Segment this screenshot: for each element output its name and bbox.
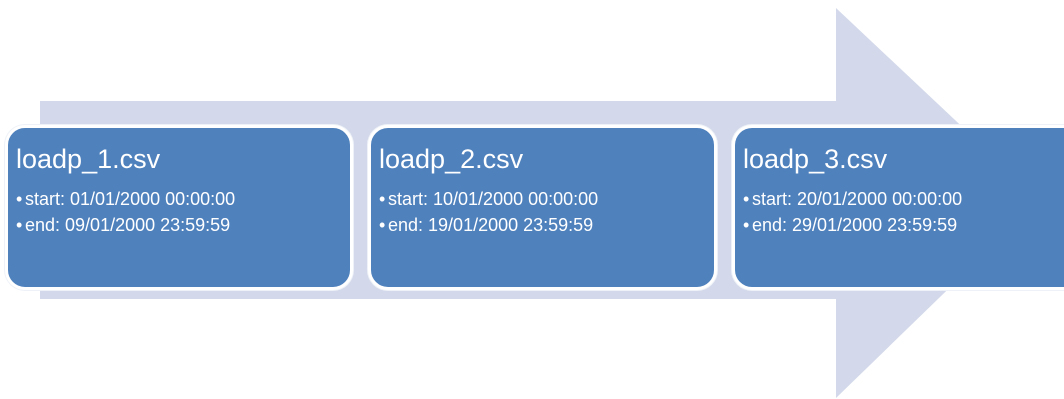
end-line: • end: 09/01/2000 23:59:59 bbox=[16, 212, 350, 238]
end-line: • end: 19/01/2000 23:59:59 bbox=[379, 212, 714, 238]
start-line: • start: 01/01/2000 00:00:00 bbox=[16, 186, 350, 212]
file-card-title: loadp_2.csv bbox=[379, 144, 524, 174]
file-card-title: loadp_3.csv bbox=[743, 144, 888, 174]
start-text: start: 01/01/2000 00:00:00 bbox=[25, 189, 236, 209]
end-text: end: 29/01/2000 23:59:59 bbox=[752, 215, 958, 235]
file-card-title: loadp_1.csv bbox=[16, 144, 161, 174]
file-card-3: loadp_3.csv • start: 20/01/2000 00:00:00 … bbox=[732, 125, 1064, 290]
start-text: start: 10/01/2000 00:00:00 bbox=[388, 189, 599, 209]
file-card-1: loadp_1.csv • start: 01/01/2000 00:00:00 … bbox=[5, 125, 353, 290]
end-text: end: 09/01/2000 23:59:59 bbox=[25, 215, 231, 235]
bullet-icon: • bbox=[16, 189, 23, 209]
bullet-icon: • bbox=[16, 215, 23, 235]
file-card-2: loadp_2.csv • start: 10/01/2000 00:00:00 … bbox=[368, 125, 717, 290]
start-text: start: 20/01/2000 00:00:00 bbox=[752, 189, 963, 209]
end-line: • end: 29/01/2000 23:59:59 bbox=[743, 212, 1064, 238]
bullet-icon: • bbox=[743, 189, 750, 209]
bullet-icon: • bbox=[379, 215, 386, 235]
end-text: end: 19/01/2000 23:59:59 bbox=[388, 215, 594, 235]
bullet-icon: • bbox=[379, 189, 386, 209]
start-line: • start: 20/01/2000 00:00:00 bbox=[743, 186, 1064, 212]
start-line: • start: 10/01/2000 00:00:00 bbox=[379, 186, 714, 212]
bullet-icon: • bbox=[743, 215, 750, 235]
